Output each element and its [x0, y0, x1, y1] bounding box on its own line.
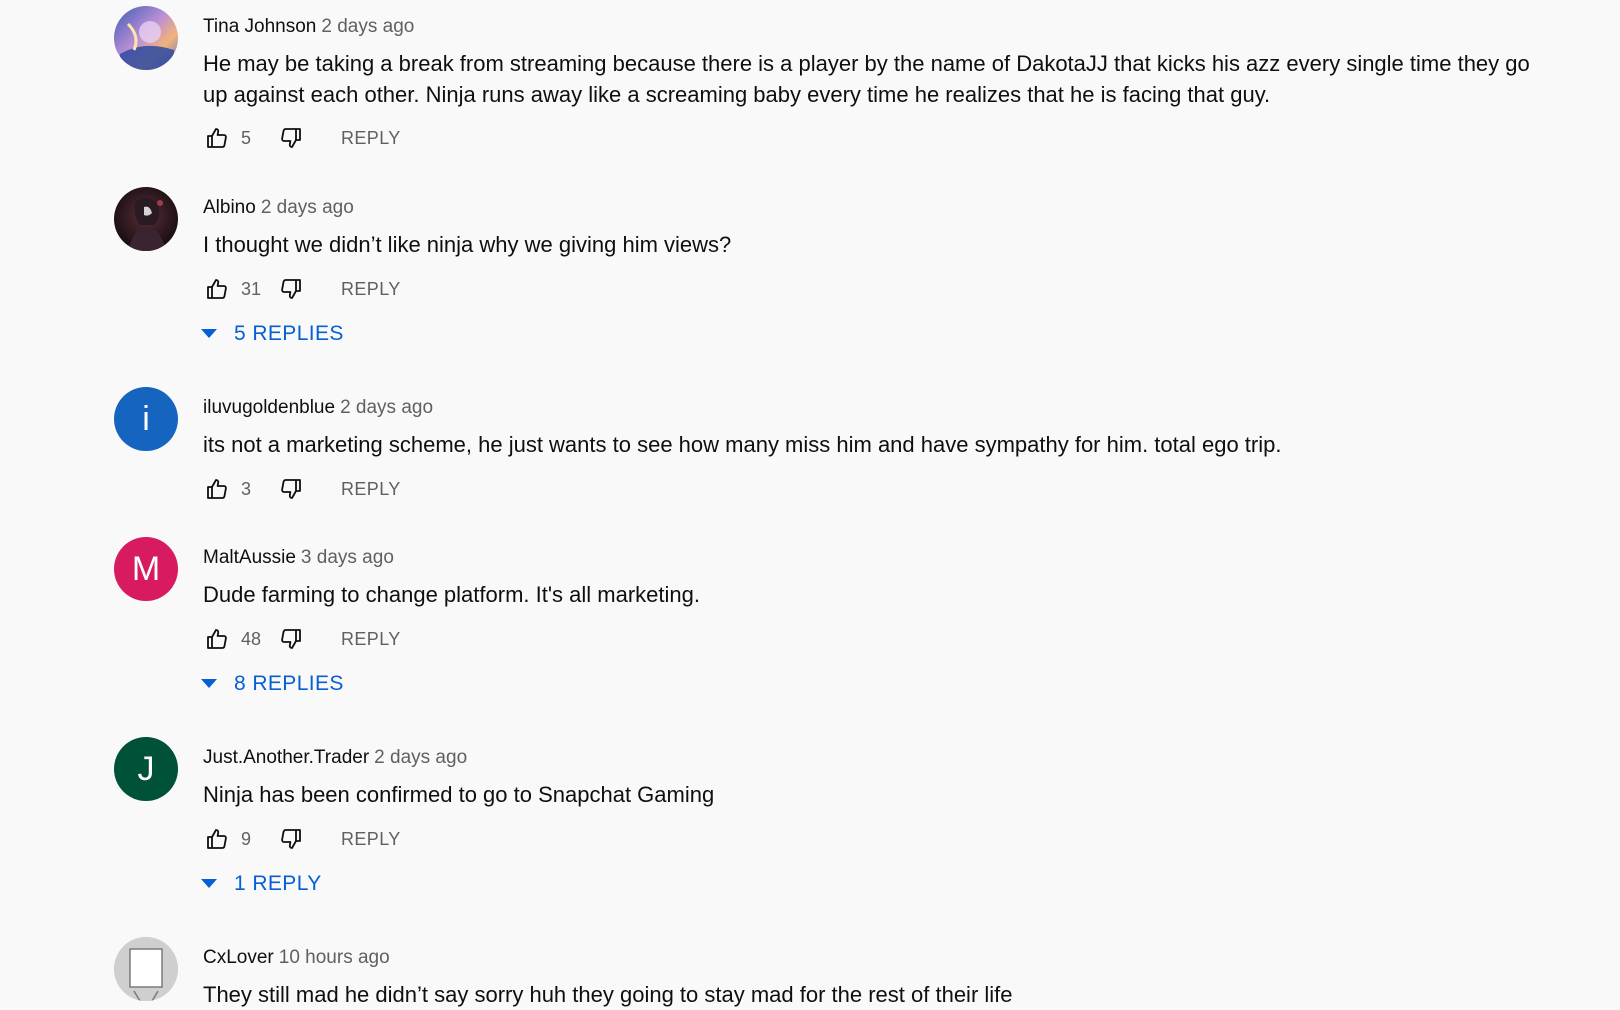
timestamp[interactable]: 2 days ago — [261, 197, 354, 218]
comments-section: Tina Johnson 2 days ago He may be taking … — [0, 0, 1620, 1007]
timestamp[interactable]: 2 days ago — [374, 747, 467, 768]
timestamp[interactable]: 10 hours ago — [279, 947, 390, 968]
thumbs-up-icon[interactable] — [203, 475, 231, 503]
reply-button[interactable]: REPLY — [341, 279, 401, 300]
like-count: 48 — [241, 628, 262, 649]
comment-header: Tina Johnson 2 days ago — [203, 15, 414, 39]
replies-count-label: 5 REPLIES — [234, 322, 344, 345]
comment-actions: 3 REPLY — [203, 472, 401, 506]
author-name[interactable]: Tina Johnson — [203, 16, 316, 37]
avatar[interactable] — [114, 937, 178, 1001]
comment-text: He may be taking a break from streaming … — [203, 51, 1530, 107]
thumbs-down-icon[interactable] — [277, 625, 305, 653]
thumbs-up-icon[interactable] — [203, 124, 231, 152]
caret-down-icon — [198, 673, 220, 695]
no-image-placeholder-icon — [114, 937, 178, 1001]
avatar-letter: i — [142, 399, 150, 438]
view-replies-button[interactable]: 5 REPLIES — [198, 318, 344, 350]
avatar[interactable]: M — [114, 537, 178, 601]
caret-down-icon — [198, 873, 220, 895]
thumbs-up-icon[interactable] — [203, 825, 231, 853]
replies-count-label: 1 REPLY — [234, 872, 322, 895]
avatar[interactable]: J — [114, 737, 178, 801]
comment-header: MaltAussie 3 days ago — [203, 546, 394, 570]
thumbs-up-icon[interactable] — [203, 625, 231, 653]
comment-text: its not a marketing scheme, he just want… — [203, 432, 1282, 457]
comment-header: Albino 2 days ago — [203, 196, 354, 220]
reply-button[interactable]: REPLY — [341, 629, 401, 650]
like-count: 3 — [241, 478, 252, 499]
avatar[interactable] — [114, 6, 178, 70]
thumbs-down-icon[interactable] — [277, 275, 305, 303]
comment-actions: 5 REPLY — [203, 121, 401, 155]
replies-count-label: 8 REPLIES — [234, 672, 344, 695]
comment-header: CxLover 10 hours ago — [203, 946, 390, 970]
timestamp[interactable]: 2 days ago — [340, 397, 433, 418]
avatar-image — [114, 187, 178, 251]
avatar-letter: M — [131, 549, 161, 588]
comment-header: Just.Another.Trader 2 days ago — [203, 746, 467, 770]
caret-down-icon — [198, 323, 220, 345]
thumbs-down-icon[interactable] — [277, 825, 305, 853]
author-name[interactable]: MaltAussie — [203, 547, 296, 568]
thumbs-down-icon[interactable] — [277, 124, 305, 152]
comment-header: iluvugoldenblue 2 days ago — [203, 396, 433, 420]
avatar-image — [114, 6, 178, 70]
comment-text: I thought we didn’t like ninja why we gi… — [203, 232, 732, 257]
comment-actions: 9 REPLY — [203, 822, 401, 856]
comment-text: Dude farming to change platform. It's al… — [203, 582, 700, 607]
author-name[interactable]: CxLover — [203, 947, 274, 968]
reply-button[interactable]: REPLY — [341, 829, 401, 850]
timestamp[interactable]: 3 days ago — [301, 547, 394, 568]
comment-actions: 48 REPLY — [203, 622, 401, 656]
view-replies-button[interactable]: 8 REPLIES — [198, 668, 344, 700]
avatar[interactable]: i — [114, 387, 178, 451]
timestamp[interactable]: 2 days ago — [321, 16, 414, 37]
thumbs-up-icon[interactable] — [203, 275, 231, 303]
thumbs-down-icon[interactable] — [277, 475, 305, 503]
reply-button[interactable]: REPLY — [341, 128, 401, 149]
like-count: 9 — [241, 828, 252, 849]
avatar[interactable] — [114, 187, 178, 251]
author-name[interactable]: iluvugoldenblue — [203, 397, 335, 418]
avatar-letter: J — [137, 749, 155, 788]
comment-text: They still mad he didn’t say sorry huh t… — [203, 982, 1013, 1007]
view-replies-button[interactable]: 1 REPLY — [198, 868, 322, 900]
like-count: 5 — [241, 127, 252, 148]
like-count: 31 — [241, 278, 262, 299]
comment-text: Ninja has been confirmed to go to Snapch… — [203, 782, 715, 807]
reply-button[interactable]: REPLY — [341, 479, 401, 500]
author-name[interactable]: Just.Another.Trader — [203, 747, 369, 768]
author-name[interactable]: Albino — [203, 197, 256, 218]
comment-actions: 31 REPLY — [203, 272, 401, 306]
